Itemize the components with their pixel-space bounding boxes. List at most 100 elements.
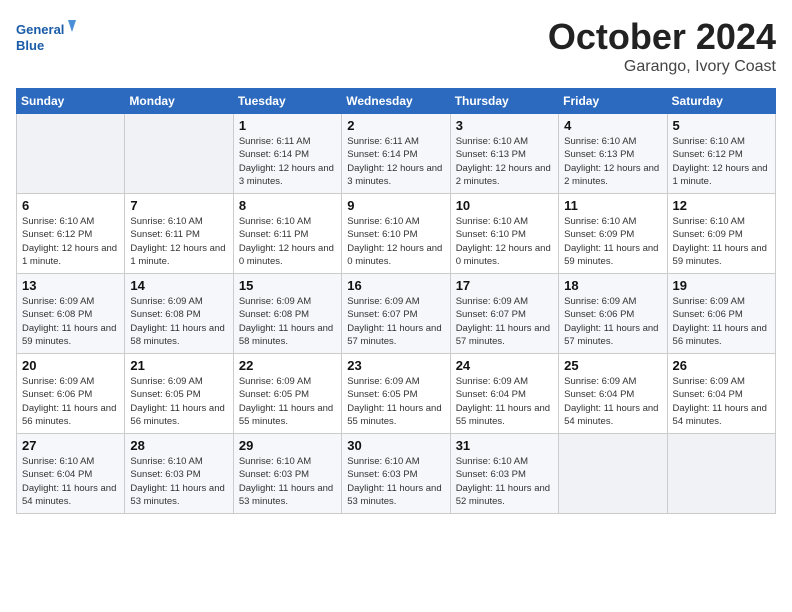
table-row: 13 Sunrise: 6:09 AM Sunset: 6:08 PM Dayli… — [17, 274, 125, 354]
cell-content: Sunrise: 6:09 AM Sunset: 6:07 PM Dayligh… — [456, 295, 553, 348]
day-number: 29 — [239, 438, 336, 453]
day-number: 25 — [564, 358, 661, 373]
day-number: 1 — [239, 118, 336, 133]
title-block: October 2024 Garango, Ivory Coast — [548, 16, 776, 76]
cell-content: Sunrise: 6:10 AM Sunset: 6:04 PM Dayligh… — [22, 455, 119, 508]
table-row: 8 Sunrise: 6:10 AM Sunset: 6:11 PM Daylig… — [233, 194, 341, 274]
day-number: 19 — [673, 278, 770, 293]
day-number: 10 — [456, 198, 553, 213]
table-row: 29 Sunrise: 6:10 AM Sunset: 6:03 PM Dayli… — [233, 434, 341, 514]
table-row: 4 Sunrise: 6:10 AM Sunset: 6:13 PM Daylig… — [559, 114, 667, 194]
day-number: 20 — [22, 358, 119, 373]
calendar-table: Sunday Monday Tuesday Wednesday Thursday… — [16, 88, 776, 514]
table-row: 20 Sunrise: 6:09 AM Sunset: 6:06 PM Dayli… — [17, 354, 125, 434]
day-number: 4 — [564, 118, 661, 133]
day-number: 21 — [130, 358, 227, 373]
cell-content: Sunrise: 6:10 AM Sunset: 6:09 PM Dayligh… — [673, 215, 770, 268]
day-number: 15 — [239, 278, 336, 293]
cell-content: Sunrise: 6:10 AM Sunset: 6:11 PM Dayligh… — [239, 215, 336, 268]
cell-content: Sunrise: 6:11 AM Sunset: 6:14 PM Dayligh… — [347, 135, 444, 188]
cell-content: Sunrise: 6:09 AM Sunset: 6:05 PM Dayligh… — [347, 375, 444, 428]
day-number: 9 — [347, 198, 444, 213]
table-row: 19 Sunrise: 6:09 AM Sunset: 6:06 PM Dayli… — [667, 274, 775, 354]
logo-svg: General Blue — [16, 16, 76, 58]
day-number: 11 — [564, 198, 661, 213]
table-row: 21 Sunrise: 6:09 AM Sunset: 6:05 PM Dayli… — [125, 354, 233, 434]
day-number: 31 — [456, 438, 553, 453]
cell-content: Sunrise: 6:10 AM Sunset: 6:03 PM Dayligh… — [239, 455, 336, 508]
day-number: 18 — [564, 278, 661, 293]
table-row: 22 Sunrise: 6:09 AM Sunset: 6:05 PM Dayli… — [233, 354, 341, 434]
table-row: 30 Sunrise: 6:10 AM Sunset: 6:03 PM Dayli… — [342, 434, 450, 514]
table-row: 16Sunrise: 6:09 AM Sunset: 6:07 PM Dayli… — [342, 274, 450, 354]
cell-content: Sunrise: 6:09 AM Sunset: 6:06 PM Dayligh… — [22, 375, 119, 428]
table-row: 9 Sunrise: 6:10 AM Sunset: 6:10 PM Daylig… — [342, 194, 450, 274]
table-row — [125, 114, 233, 194]
cell-content: Sunrise: 6:09 AM Sunset: 6:05 PM Dayligh… — [130, 375, 227, 428]
cell-content: Sunrise: 6:10 AM Sunset: 6:03 PM Dayligh… — [130, 455, 227, 508]
day-number: 2 — [347, 118, 444, 133]
table-row: 11Sunrise: 6:10 AM Sunset: 6:09 PM Dayli… — [559, 194, 667, 274]
week-row-4: 20 Sunrise: 6:09 AM Sunset: 6:06 PM Dayli… — [17, 354, 776, 434]
day-number: 16 — [347, 278, 444, 293]
cell-content: Sunrise: 6:09 AM Sunset: 6:08 PM Dayligh… — [22, 295, 119, 348]
cell-content: Sunrise: 6:09 AM Sunset: 6:04 PM Dayligh… — [456, 375, 553, 428]
table-row: 25Sunrise: 6:09 AM Sunset: 6:04 PM Dayli… — [559, 354, 667, 434]
header-row: Sunday Monday Tuesday Wednesday Thursday… — [17, 89, 776, 114]
table-row: 14 Sunrise: 6:09 AM Sunset: 6:08 PM Dayli… — [125, 274, 233, 354]
table-row — [559, 434, 667, 514]
month-title: October 2024 — [548, 16, 776, 58]
table-row: 24 Sunrise: 6:09 AM Sunset: 6:04 PM Dayli… — [450, 354, 558, 434]
page-header: General Blue October 2024 Garango, Ivory… — [16, 16, 776, 76]
table-row: 12 Sunrise: 6:10 AM Sunset: 6:09 PM Dayli… — [667, 194, 775, 274]
cell-content: Sunrise: 6:09 AM Sunset: 6:05 PM Dayligh… — [239, 375, 336, 428]
day-number: 22 — [239, 358, 336, 373]
table-row — [667, 434, 775, 514]
header-saturday: Saturday — [667, 89, 775, 114]
day-number: 8 — [239, 198, 336, 213]
cell-content: Sunrise: 6:09 AM Sunset: 6:06 PM Dayligh… — [673, 295, 770, 348]
cell-content: Sunrise: 6:10 AM Sunset: 6:13 PM Dayligh… — [564, 135, 661, 188]
day-number: 6 — [22, 198, 119, 213]
day-number: 28 — [130, 438, 227, 453]
header-friday: Friday — [559, 89, 667, 114]
week-row-3: 13 Sunrise: 6:09 AM Sunset: 6:08 PM Dayli… — [17, 274, 776, 354]
svg-text:General: General — [16, 22, 64, 37]
table-row: 6 Sunrise: 6:10 AM Sunset: 6:12 PM Daylig… — [17, 194, 125, 274]
week-row-1: 1 Sunrise: 6:11 AM Sunset: 6:14 PM Daylig… — [17, 114, 776, 194]
cell-content: Sunrise: 6:10 AM Sunset: 6:03 PM Dayligh… — [347, 455, 444, 508]
cell-content: Sunrise: 6:11 AM Sunset: 6:14 PM Dayligh… — [239, 135, 336, 188]
table-row: 18Sunrise: 6:09 AM Sunset: 6:06 PM Dayli… — [559, 274, 667, 354]
week-row-2: 6 Sunrise: 6:10 AM Sunset: 6:12 PM Daylig… — [17, 194, 776, 274]
day-number: 17 — [456, 278, 553, 293]
header-tuesday: Tuesday — [233, 89, 341, 114]
table-row: 3 Sunrise: 6:10 AM Sunset: 6:13 PM Daylig… — [450, 114, 558, 194]
cell-content: Sunrise: 6:10 AM Sunset: 6:12 PM Dayligh… — [22, 215, 119, 268]
day-number: 13 — [22, 278, 119, 293]
day-number: 3 — [456, 118, 553, 133]
cell-content: Sunrise: 6:09 AM Sunset: 6:08 PM Dayligh… — [130, 295, 227, 348]
day-number: 23 — [347, 358, 444, 373]
day-number: 14 — [130, 278, 227, 293]
cell-content: Sunrise: 6:09 AM Sunset: 6:08 PM Dayligh… — [239, 295, 336, 348]
table-row: 26Sunrise: 6:09 AM Sunset: 6:04 PM Dayli… — [667, 354, 775, 434]
day-number: 27 — [22, 438, 119, 453]
week-row-5: 27 Sunrise: 6:10 AM Sunset: 6:04 PM Dayli… — [17, 434, 776, 514]
table-row: 28 Sunrise: 6:10 AM Sunset: 6:03 PM Dayli… — [125, 434, 233, 514]
cell-content: Sunrise: 6:10 AM Sunset: 6:10 PM Dayligh… — [456, 215, 553, 268]
table-row: 23 Sunrise: 6:09 AM Sunset: 6:05 PM Dayli… — [342, 354, 450, 434]
table-row: 7 Sunrise: 6:10 AM Sunset: 6:11 PM Daylig… — [125, 194, 233, 274]
cell-content: Sunrise: 6:10 AM Sunset: 6:13 PM Dayligh… — [456, 135, 553, 188]
header-monday: Monday — [125, 89, 233, 114]
header-sunday: Sunday — [17, 89, 125, 114]
header-thursday: Thursday — [450, 89, 558, 114]
location-title: Garango, Ivory Coast — [548, 58, 776, 76]
table-row: 1 Sunrise: 6:11 AM Sunset: 6:14 PM Daylig… — [233, 114, 341, 194]
day-number: 24 — [456, 358, 553, 373]
day-number: 30 — [347, 438, 444, 453]
cell-content: Sunrise: 6:10 AM Sunset: 6:10 PM Dayligh… — [347, 215, 444, 268]
day-number: 12 — [673, 198, 770, 213]
cell-content: Sunrise: 6:10 AM Sunset: 6:11 PM Dayligh… — [130, 215, 227, 268]
table-row: 10 Sunrise: 6:10 AM Sunset: 6:10 PM Dayli… — [450, 194, 558, 274]
day-number: 7 — [130, 198, 227, 213]
